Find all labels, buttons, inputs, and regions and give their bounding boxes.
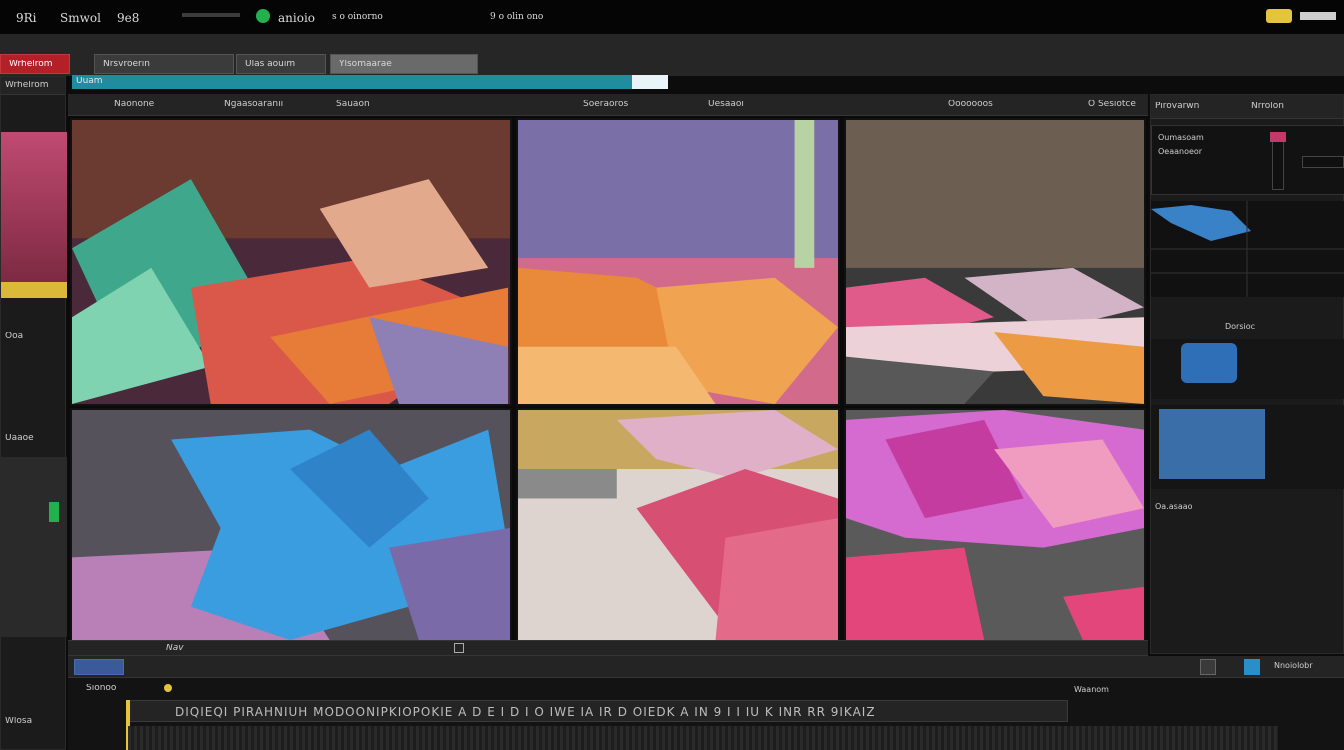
toolbar-item[interactable]: Soeraoros [583,100,628,109]
toolbar-item[interactable]: Ooooooos [948,100,993,109]
menu-item-5[interactable]: s o oinorno [332,12,383,22]
fit-icon[interactable] [454,643,464,653]
right-row-label: Oa.asaao [1155,503,1193,511]
ruler-text: DIQIEQI PIRAHNIUH MODOONIPKIOPOKIE A D E… [175,706,876,718]
menu-divider [182,13,240,17]
viewer-tile-orange-folds[interactable] [516,118,840,406]
window-controls-icon[interactable] [1300,12,1336,20]
toolbar-item[interactable]: Uesaaoi [708,100,744,109]
tab-label: Nrsvroerin [103,60,150,69]
property-block: Oumasoam Oeaanoeor [1151,125,1344,195]
viewer-tile-pink-stack[interactable] [844,118,1146,406]
scope-panel [1151,201,1344,297]
timeline-header: Nnoiolobr [68,656,1344,678]
toolbar-item[interactable]: Ngaasoaranii [224,100,283,109]
meter-peak [1270,132,1286,142]
viewer-tile-pink-crease[interactable] [516,408,840,642]
preview-thumbnail[interactable] [1,132,67,282]
viewer-tile-magenta-folds[interactable] [844,408,1146,642]
menu-item-6[interactable]: 9 o olin ono [490,12,543,22]
left-panel: Wrhelrom Ooa Uaaoe Wlosa [0,76,67,750]
active-document-bar[interactable]: Uuam [72,75,668,89]
toolbar-item[interactable]: O Sesiotce [1088,100,1136,109]
document-highlight [632,75,668,89]
right-header-item[interactable]: Nrrolon [1251,102,1284,111]
tab-bar: Wrhelrom Nrsvroerin Ulas aouim Ylsomaara… [0,34,1344,89]
link-toggle-icon[interactable] [1244,659,1260,675]
vectorscope [1159,409,1265,479]
document-title: Uuam [76,77,103,86]
tab-3[interactable]: Ulas aouim [236,54,326,74]
left-label: Ooa [5,332,24,341]
audio-track[interactable] [128,726,1278,750]
tab-label: Ulas aouim [245,60,296,69]
tab-active[interactable]: Wrhelrom [0,54,70,74]
waveform-scope [1151,201,1344,297]
value-field[interactable] [1302,156,1344,168]
tab-4[interactable]: Ylsomaarae [330,54,478,74]
preview-strip [1,282,67,298]
app-logo-icon [256,9,270,23]
track-sub-label: Waanom [1074,686,1109,694]
tab-label: Ylsomaarae [339,60,392,69]
viewer-footer: Nav [68,640,1148,656]
snap-toggle-icon[interactable] [1200,659,1216,675]
left-label: Uaaoe [5,434,34,443]
viewer-tile-paper-cutting[interactable] [70,118,512,406]
color-wheel-area[interactable] [1151,339,1344,399]
viewer-tile-blue-star[interactable] [70,408,512,642]
menu-item-4[interactable]: anioio [278,11,315,25]
timeline-body: Sionoo Waanom DIQIEQI PIRAHNIUH MODOONIP… [68,678,1344,750]
timecode-ruler[interactable]: DIQIEQI PIRAHNIUH MODOONIPKIOPOKIE A D E… [128,700,1068,722]
menu-bar: 9Ri Smwol 9e8 anioio s o oinorno 9 o oli… [0,0,1344,34]
user-badge-icon[interactable] [1266,9,1292,23]
editor-toolbar: Naonone Ngaasoaranii Sauaon Soeraoros Ue… [68,94,1148,116]
level-meter-green [49,502,59,522]
vectorscope-area [1151,405,1344,489]
tab-label: Wrhelrom [9,60,53,69]
track-label: Sionoo [86,684,117,693]
property-label: Oumasoam [1158,134,1204,142]
right-panel-header: Pirovarwn Nrrolon [1151,95,1343,119]
tab-2[interactable]: Nrsvroerin [94,54,234,74]
property-label: Oeaanoeor [1158,148,1203,156]
orange-folds-image [518,120,838,404]
toolbar-item[interactable]: Naonone [114,100,154,109]
paper-cutting-image [72,120,510,404]
toolbar-item[interactable]: Sauaon [336,100,370,109]
pink-crease-image [518,410,838,640]
left-panel-title: Wrhelrom [5,81,49,90]
timeline-header-label: Nnoiolobr [1274,662,1313,670]
pink-stack-image [846,120,1144,404]
viewer-grid [68,116,1148,644]
left-label: Wlosa [5,717,33,726]
marker-icon[interactable] [164,684,172,692]
clip-thumbnail[interactable] [74,659,124,675]
color-swatch[interactable] [1181,343,1237,383]
layers-list[interactable] [1,457,67,637]
menu-item-2[interactable]: Smwol [60,11,101,25]
menu-item-3[interactable]: 9e8 [117,11,139,25]
viewer-footer-label: Nav [166,644,184,653]
right-header-item[interactable]: Pirovarwn [1155,102,1199,111]
right-panel: Pirovarwn Nrrolon Oumasoam Oeaanoeor Dor… [1150,94,1344,654]
menu-item-1[interactable]: 9Ri [16,11,37,25]
magenta-folds-image [846,410,1144,640]
scope-label: Dorsioc [1225,323,1256,331]
blue-star-image [72,410,510,640]
left-panel-header: Wrhelrom [1,77,65,95]
